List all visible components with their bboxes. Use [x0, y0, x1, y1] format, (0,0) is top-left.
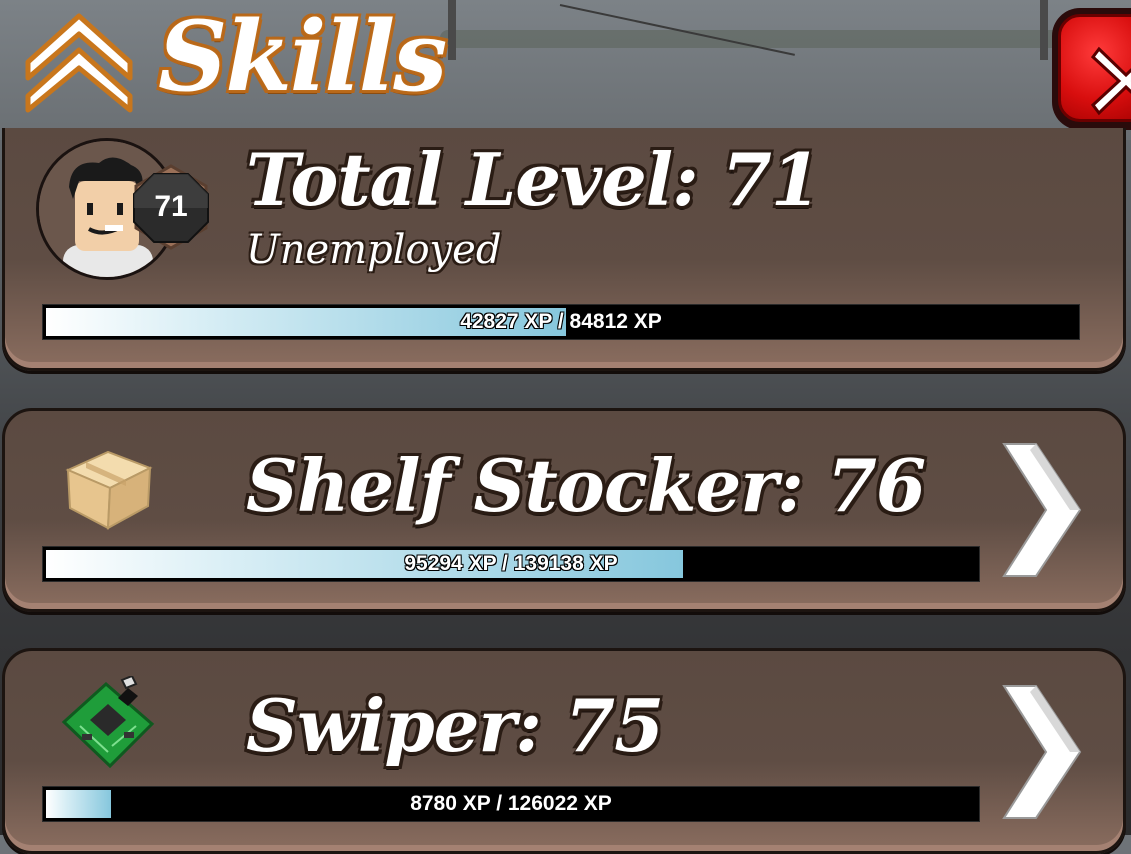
background-pole [1040, 0, 1048, 60]
skill-xp-text: 8780 XP / 126022 XP [410, 792, 612, 815]
level-badge: 71 [128, 164, 214, 250]
skill-xp-text: 95294 XP / 139138 XP [404, 552, 618, 575]
skill-xp-bar-shelf-stocker: 95294 XP / 139138 XP [42, 546, 980, 582]
close-button[interactable] [1052, 8, 1131, 130]
background-pole [448, 0, 456, 60]
skill-xp-bar-swiper: 8780 XP / 126022 XP [42, 786, 980, 822]
total-xp-text: 42827 XP / 84812 XP [460, 310, 662, 333]
close-icon [1058, 14, 1131, 122]
chevron-right-icon[interactable] [1000, 684, 1082, 824]
collapse-chevrons-icon[interactable] [24, 6, 134, 114]
skill-title-shelf-stocker: Shelf Stocker: 76 [246, 443, 926, 528]
skill-title-swiper: Swiper: 75 [246, 683, 664, 768]
job-title: Unemployed [246, 227, 502, 273]
circuit-board-icon [60, 674, 156, 776]
level-badge-value: 71 [154, 190, 188, 223]
total-level-title: Total Level: 71 [246, 137, 821, 222]
background-trees [440, 30, 1080, 48]
cardboard-box-icon [62, 440, 154, 536]
total-xp-bar: 42827 XP / 84812 XP [42, 304, 1080, 340]
panel-title: Skills [158, 0, 447, 113]
chevron-right-icon[interactable] [1000, 442, 1082, 582]
